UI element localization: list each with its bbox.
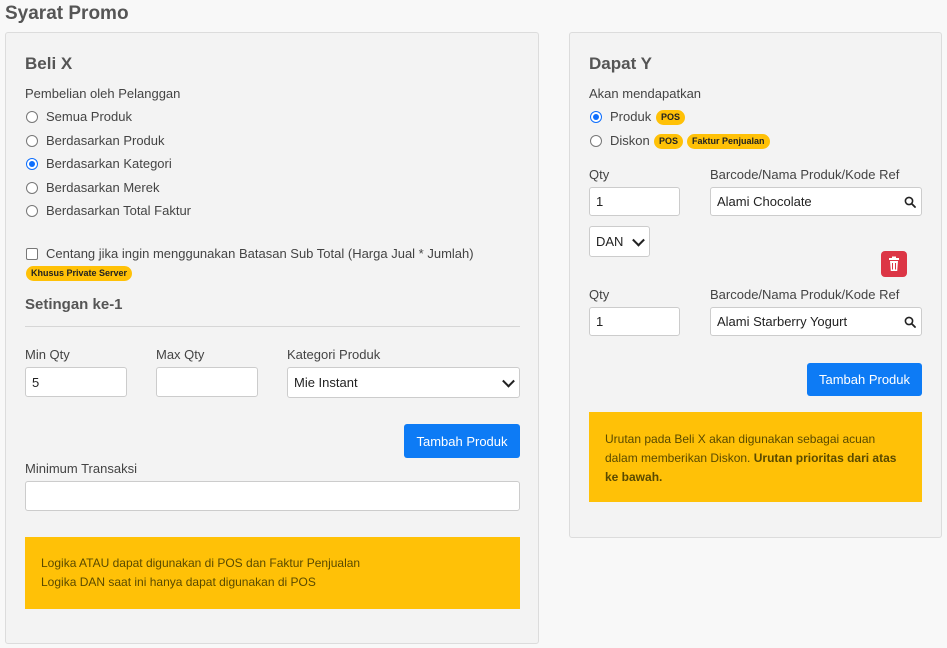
min-qty-label: Min Qty bbox=[25, 347, 70, 362]
add-product-button-right[interactable]: Tambah Produk bbox=[807, 363, 922, 396]
subtotal-checkbox[interactable] bbox=[26, 248, 38, 260]
product-search-input[interactable]: Alami Starberry Yogurt bbox=[710, 307, 922, 336]
qty-input[interactable]: 1 bbox=[589, 187, 680, 216]
qty-input[interactable]: 1 bbox=[589, 307, 680, 336]
beli-x-title: Beli X bbox=[25, 54, 73, 73]
setting-divider bbox=[25, 326, 520, 327]
trash-icon bbox=[889, 256, 899, 271]
radio-label: Berdasarkan Kategori bbox=[46, 156, 172, 171]
logic-select[interactable]: DAN bbox=[589, 226, 650, 257]
chevron-down-icon bbox=[502, 374, 515, 388]
qty-label: Qty bbox=[589, 167, 610, 182]
radio-label: Semua Produk bbox=[46, 109, 132, 124]
radio-circle[interactable] bbox=[590, 135, 602, 147]
dapat-y-title: Dapat Y bbox=[589, 54, 652, 73]
radio-circle[interactable] bbox=[26, 182, 38, 194]
category-select-value: Mie Instant bbox=[294, 375, 358, 390]
beli-x-card: Beli X Pembelian oleh Pelanggan Semua Pr… bbox=[5, 32, 539, 644]
min-transaction-label: Minimum Transaksi bbox=[25, 461, 137, 476]
delete-row-button[interactable] bbox=[881, 251, 907, 277]
alert-line-2: Logika DAN saat ini hanya dapat digunaka… bbox=[41, 575, 316, 589]
pos-badge: POS bbox=[656, 110, 686, 125]
barcode-label: Barcode/Nama Produk/Kode Ref bbox=[710, 287, 900, 302]
dapat-y-card: Dapat Y Akan mendapatkan Produk POS Disk… bbox=[569, 32, 942, 538]
min-transaction-input[interactable] bbox=[25, 481, 520, 511]
subtotal-checkbox-label: Centang jika ingin menggunakan Batasan S… bbox=[46, 246, 474, 261]
priority-alert: Urutan pada Beli X akan digunakan sebaga… bbox=[589, 412, 922, 502]
barcode-label: Barcode/Nama Produk/Kode Ref bbox=[710, 167, 900, 182]
chevron-down-icon bbox=[632, 233, 645, 247]
product-search-value: Alami Starberry Yogurt bbox=[717, 314, 848, 329]
radio-circle[interactable] bbox=[26, 158, 38, 170]
radio-label: Berdasarkan Produk bbox=[46, 133, 165, 148]
category-select[interactable]: Mie Instant bbox=[287, 367, 520, 398]
radio-label: Produk bbox=[610, 109, 652, 124]
alert-line-1: Logika ATAU dapat digunakan di POS dan F… bbox=[41, 556, 361, 570]
radio-circle[interactable] bbox=[590, 111, 602, 123]
radio-label: Berdasarkan Total Faktur bbox=[46, 203, 191, 218]
product-search-input[interactable]: Alami Chocolate bbox=[710, 187, 922, 216]
product-search-value: Alami Chocolate bbox=[717, 194, 812, 209]
radio-circle[interactable] bbox=[26, 205, 38, 217]
setting-title: Setingan ke-1 bbox=[25, 296, 123, 313]
search-icon[interactable] bbox=[904, 196, 916, 208]
logic-alert: Logika ATAU dapat digunakan di POS dan F… bbox=[25, 537, 520, 609]
search-icon[interactable] bbox=[904, 316, 916, 328]
page-title: Syarat Promo bbox=[5, 3, 129, 24]
radio-label: Berdasarkan Merek bbox=[46, 180, 160, 195]
radio-circle[interactable] bbox=[26, 111, 38, 123]
private-server-badge: Khusus Private Server bbox=[26, 266, 133, 281]
logic-select-value: DAN bbox=[596, 234, 624, 249]
max-qty-input[interactable] bbox=[156, 367, 258, 397]
pos-badge: POS bbox=[654, 134, 684, 149]
receive-label: Akan mendapatkan bbox=[589, 86, 702, 101]
add-product-button-left[interactable]: Tambah Produk bbox=[404, 424, 520, 458]
invoice-badge: Faktur Penjualan bbox=[687, 134, 770, 149]
radio-circle[interactable] bbox=[26, 135, 38, 147]
max-qty-label: Max Qty bbox=[156, 347, 205, 362]
radio-label: Diskon bbox=[610, 133, 650, 148]
qty-label: Qty bbox=[589, 287, 610, 302]
category-label: Kategori Produk bbox=[287, 347, 381, 362]
purchase-label: Pembelian oleh Pelanggan bbox=[25, 86, 181, 101]
min-qty-input[interactable]: 5 bbox=[25, 367, 127, 397]
